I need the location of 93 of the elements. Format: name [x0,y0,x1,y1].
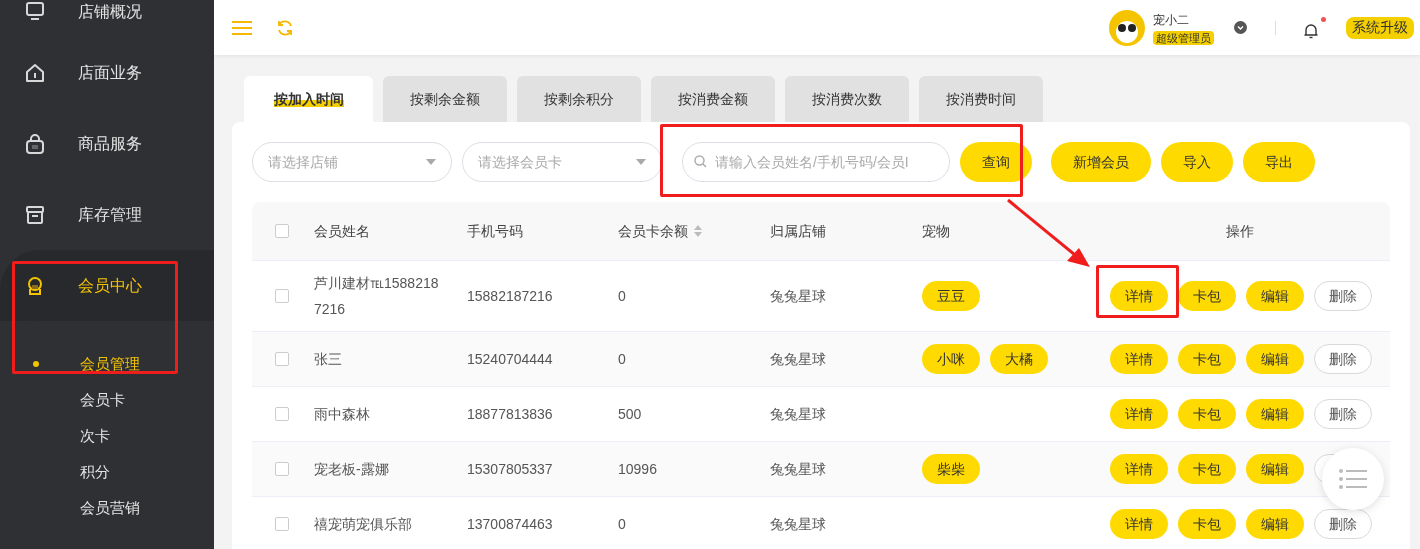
toolbar-button[interactable]: 导入 [1161,142,1233,182]
bag-icon [24,132,46,155]
delete-button[interactable]: 删除 [1314,344,1372,374]
search-field[interactable]: 请输入会员姓名/手机号码/会员I [682,142,950,182]
role-badge: 超级管理员 [1153,30,1214,45]
card-balance: 500 [618,405,642,422]
action-button[interactable]: 卡包 [1178,344,1236,374]
sidebar-item[interactable]: 商品服务 [0,108,214,179]
action-button[interactable]: 卡包 [1178,509,1236,539]
checkbox[interactable] [274,462,289,476]
sort-tab[interactable]: 按消费金额 [651,76,775,122]
avatar[interactable] [1109,9,1145,46]
notification-bell[interactable] [1304,16,1326,39]
refresh-icon[interactable] [276,18,294,37]
action-button[interactable]: 卡包 [1178,399,1236,429]
action-button[interactable]: 卡包 [1178,454,1236,484]
submenu-item[interactable]: 会员管理 [0,346,214,382]
submenu-item[interactable]: 会员营销 [0,490,214,526]
submenu-item[interactable]: 会员卡 [0,382,214,418]
checkbox[interactable] [274,407,289,421]
sort-icon[interactable] [694,225,702,237]
delete-button[interactable]: 删除 [1314,509,1372,539]
toolbar-button[interactable]: 查询 [960,142,1032,182]
box-icon [24,203,46,226]
sidebar-item[interactable]: 会员中心 [0,250,214,321]
phone-number: 13700874463 [467,515,553,532]
pet-tag: 小咪 [922,344,980,374]
action-button[interactable]: 详情 [1110,281,1168,311]
column-title: 会员卡余额 [618,221,688,241]
toolbar-button[interactable]: 新增会员 [1051,142,1151,182]
member-name: 宠老板-露娜 [314,460,390,479]
caret-icon [636,159,646,165]
action-button[interactable]: 编辑 [1246,454,1304,484]
pet-tag: 柴柴 [922,454,980,484]
sort-tab[interactable]: 按消费时间 [919,76,1043,122]
menu-icon[interactable] [232,19,252,36]
action-button[interactable]: 卡包 [1178,281,1236,311]
card-balance: 0 [618,287,626,304]
member-name: 芦川建材℡15882187216 [314,274,440,319]
pet-tag: 大橘 [990,344,1048,374]
phone-number: 18877813836 [467,405,553,422]
bell-icon [1304,22,1318,39]
store-name: 兔兔星球 [770,460,826,477]
column-title: 操作 [1226,221,1254,241]
action-button[interactable]: 编辑 [1246,399,1304,429]
caret-icon [426,159,436,165]
action-button[interactable]: 编辑 [1246,281,1304,311]
member-name: 禧宠萌宠俱乐部 [314,515,413,534]
action-button[interactable]: 详情 [1110,344,1168,374]
store-name: 兔兔星球 [770,405,826,422]
sidebar-item[interactable]: 店铺概况 [0,0,214,37]
list-icon [1339,469,1367,489]
column-title: 手机号码 [467,221,523,241]
action-button[interactable]: 详情 [1110,454,1168,484]
user-name: 宠小二 [1153,11,1189,29]
column-title: 宠物 [922,221,950,241]
checkbox[interactable] [274,517,289,531]
store-name: 兔兔星球 [770,515,826,532]
action-button[interactable]: 编辑 [1246,344,1304,374]
action-button[interactable]: 编辑 [1246,509,1304,539]
delete-button[interactable]: 删除 [1314,399,1372,429]
submenu-item[interactable]: 次卡 [0,418,214,454]
card-balance: 0 [618,350,626,367]
sort-tab[interactable]: 按剩余金额 [383,76,507,122]
member-name: 张三 [314,350,343,369]
action-button[interactable]: 详情 [1110,509,1168,539]
sidebar-item[interactable]: 店面业务 [0,37,214,108]
column-title: 归属店铺 [770,221,826,241]
upgrade-button[interactable]: 系统升级 [1346,16,1414,39]
house-icon [24,61,46,84]
store-name: 兔兔星球 [770,287,826,304]
phone-number: 15240704444 [467,350,553,367]
delete-button[interactable]: 删除 [1314,281,1372,311]
sidebar-item[interactable]: 库存管理 [0,179,214,250]
checkbox[interactable] [274,224,289,238]
sort-tab[interactable]: 按消费次数 [785,76,909,122]
checkbox[interactable] [274,352,289,366]
column-title: 会员姓名 [314,221,370,241]
card-balance: 10996 [618,460,657,477]
sort-tab[interactable]: 按剩余积分 [517,76,641,122]
monitor-icon [24,0,46,22]
card-balance: 0 [618,515,626,532]
member-name: 雨中森林 [314,405,371,424]
search-icon [694,155,707,168]
action-button[interactable]: 详情 [1110,399,1168,429]
checkbox[interactable] [274,289,289,303]
phone-number: 15307805337 [467,460,553,477]
pet-tag: 豆豆 [922,281,980,311]
toolbar-button[interactable]: 导出 [1243,142,1315,182]
chevron-down-icon[interactable] [1234,21,1247,34]
submenu-item[interactable]: 积分 [0,454,214,490]
store-name: 兔兔星球 [770,350,826,367]
phone-number: 15882187216 [467,287,553,304]
